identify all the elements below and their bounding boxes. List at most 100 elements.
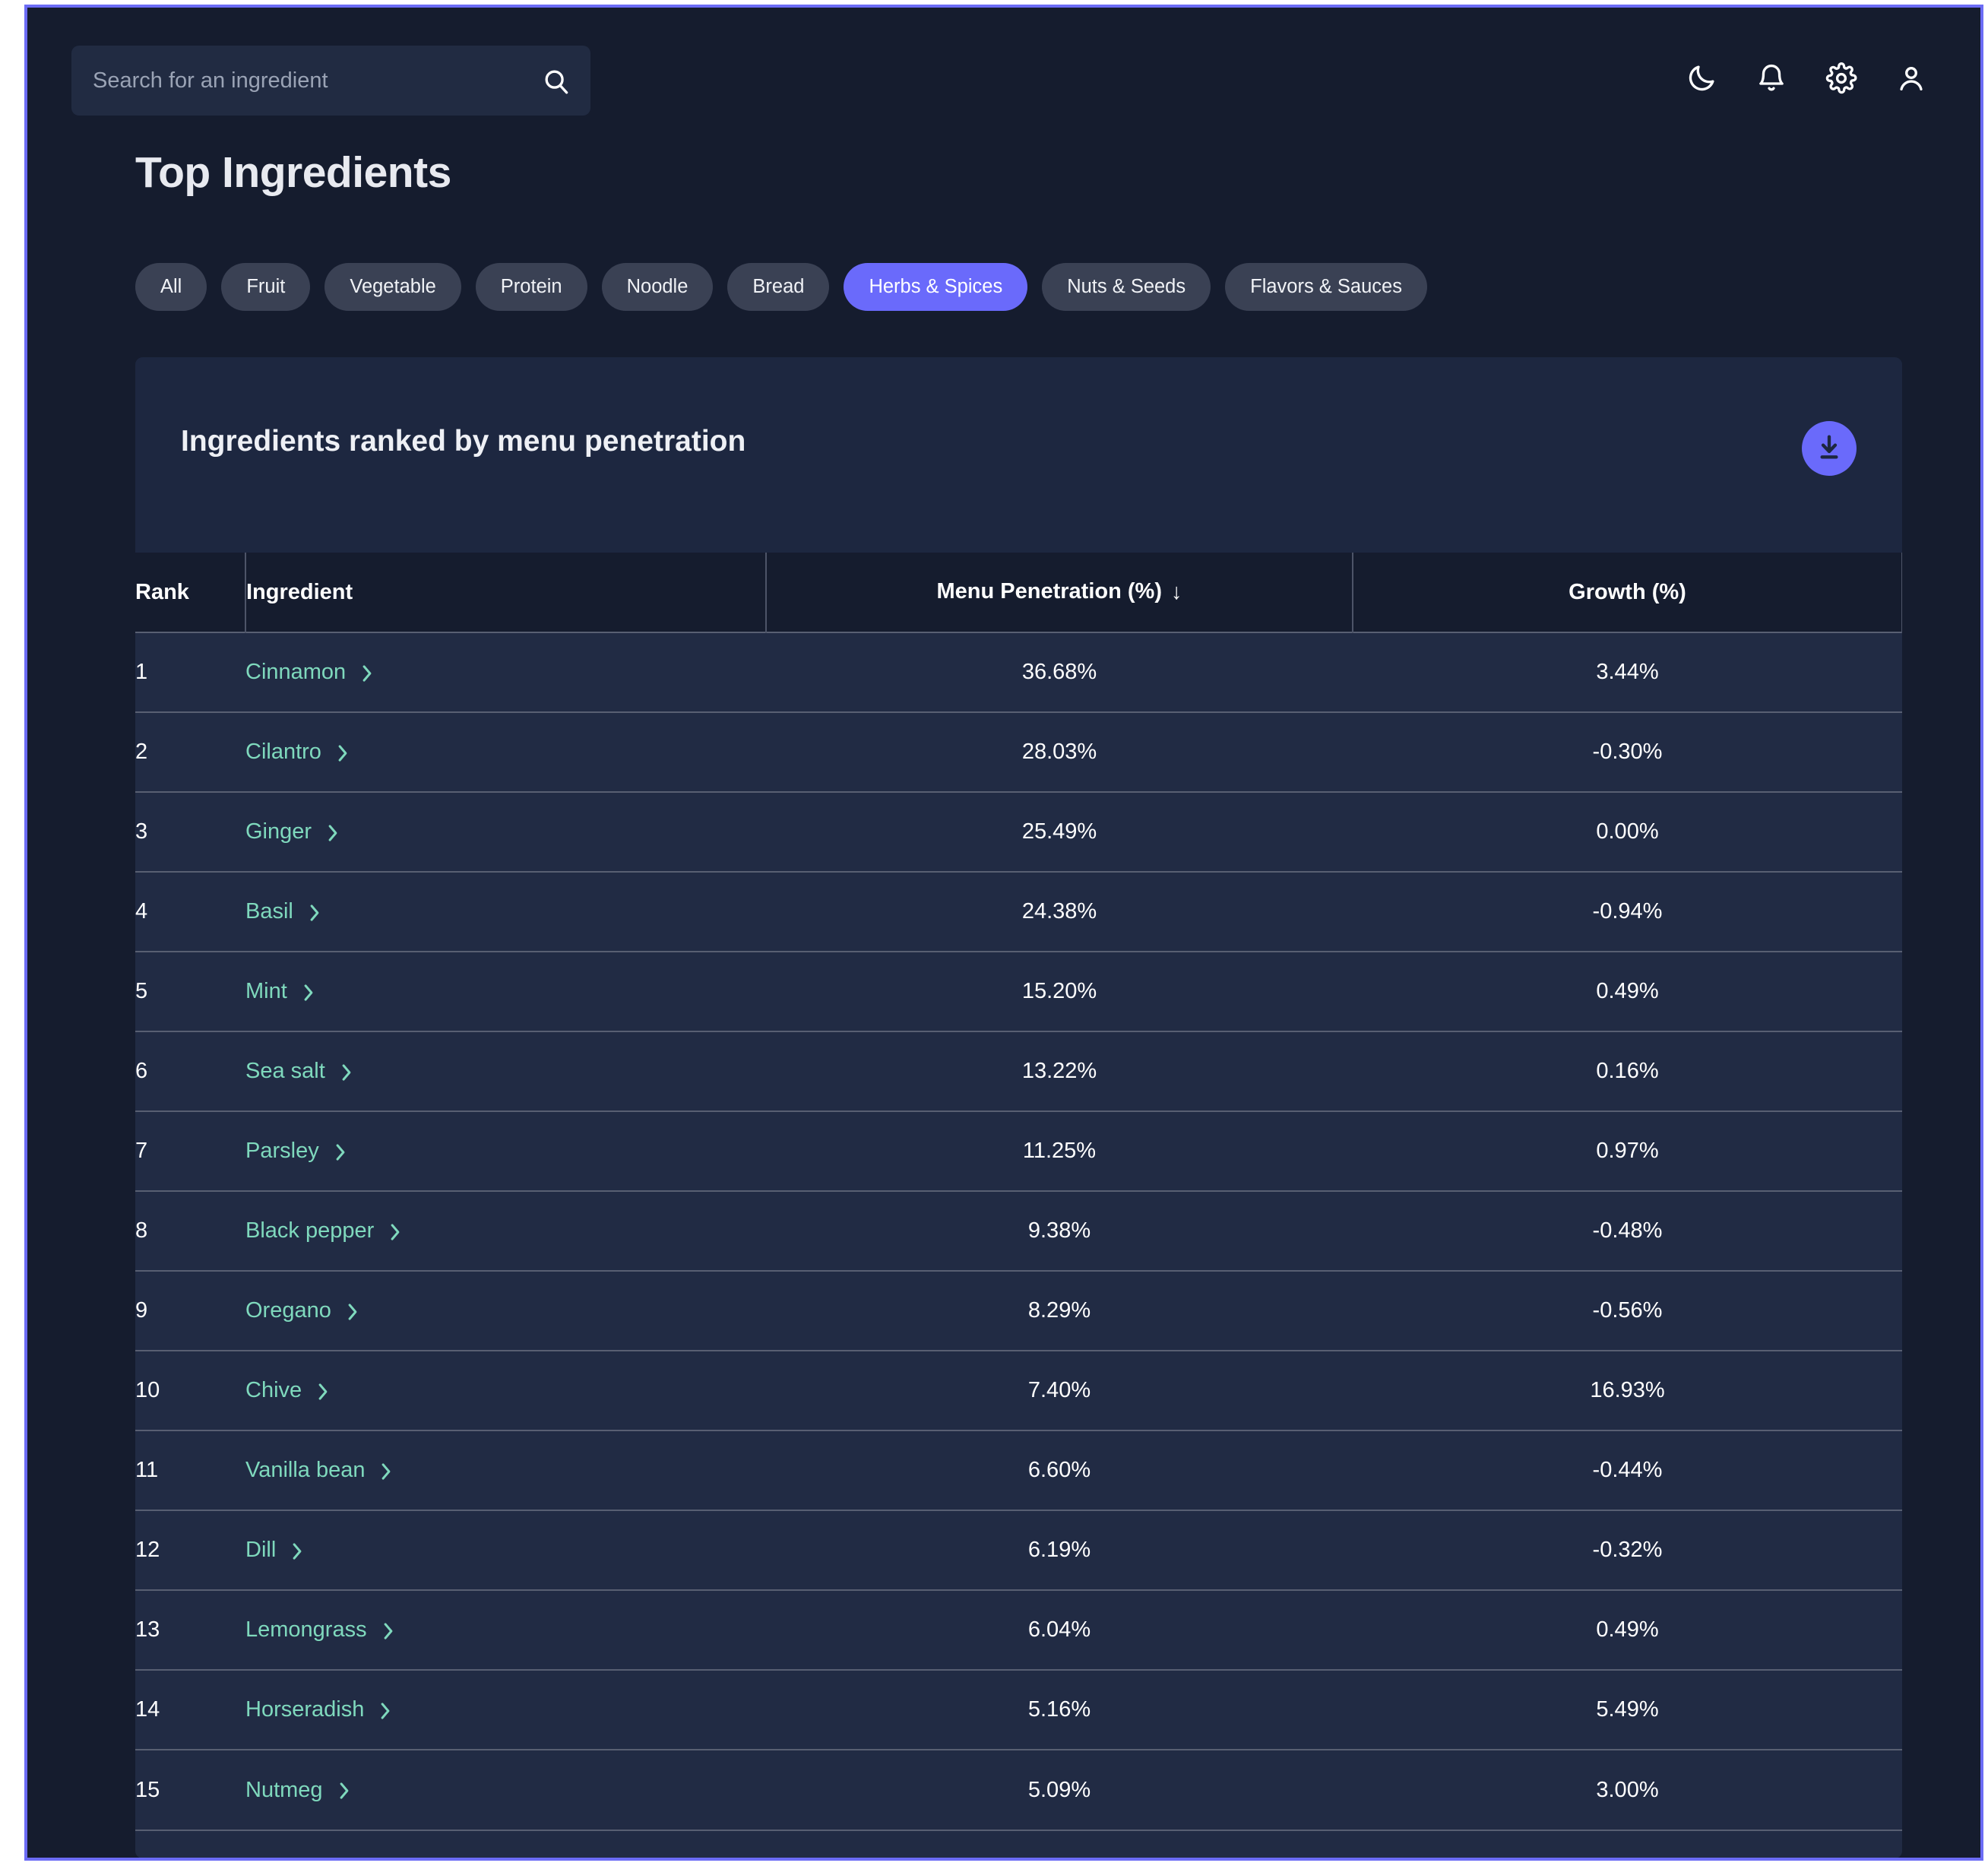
column-label-growth: Growth (%) — [1569, 579, 1686, 604]
table-row[interactable]: 14 Horseradish 5.16% 5.49% — [135, 1670, 1902, 1750]
column-header-growth[interactable]: Growth (%) — [1352, 553, 1902, 632]
ingredient-label: Basil — [245, 899, 293, 923]
ingredient-link[interactable]: Black pepper — [245, 1218, 403, 1243]
cell-growth: 0.97% — [1596, 1139, 1659, 1163]
ingredient-link[interactable]: Chive — [245, 1378, 331, 1403]
download-button[interactable] — [1802, 421, 1857, 476]
column-header-ingredient[interactable]: Ingredient — [245, 553, 766, 632]
search-box[interactable] — [71, 46, 590, 116]
table-row[interactable]: 3 Ginger 25.49% 0.00% — [135, 792, 1902, 872]
cell-rank: 3 — [135, 819, 148, 844]
app-window: Top Ingredients All Fruit Vegetable Protein… — [24, 5, 1983, 1861]
chevron-right-icon — [345, 1302, 360, 1320]
filter-pill-vegetable[interactable]: Vegetable — [324, 263, 461, 311]
cell-rank: 6 — [135, 1059, 148, 1083]
filter-pill-noodle[interactable]: Noodle — [601, 263, 714, 311]
cell-rank: 8 — [135, 1218, 148, 1243]
column-header-rank[interactable]: Rank — [135, 553, 245, 632]
table-row[interactable]: 1 Cinnamon 36.68% 3.44% — [135, 632, 1902, 712]
ingredient-link[interactable]: Oregano — [245, 1298, 360, 1323]
filter-pill-bread[interactable]: Bread — [727, 263, 830, 311]
cell-rank: 14 — [135, 1697, 160, 1722]
cell-ingredient: Sea salt — [245, 1031, 766, 1111]
column-label-menu-penetration: Menu Penetration (%) — [936, 579, 1162, 604]
ingredient-label: Horseradish — [245, 1697, 365, 1722]
cell-ingredient: Cilantro — [245, 712, 766, 792]
table-row[interactable]: 13 Lemongrass 6.04% 0.49% — [135, 1590, 1902, 1670]
table-row[interactable]: 6 Sea salt 13.22% 0.16% — [135, 1031, 1902, 1111]
cell-ingredient: Ginger — [245, 792, 766, 872]
filter-pill-nuts-seeds[interactable]: Nuts & Seeds — [1042, 263, 1211, 311]
table-row[interactable]: 7 Parsley 11.25% 0.97% — [135, 1111, 1902, 1191]
chevron-right-icon — [378, 1701, 393, 1719]
cell-menu-penetration: 5.16% — [1027, 1697, 1091, 1722]
cell-growth: 3.44% — [1596, 660, 1659, 684]
account-icon[interactable] — [1895, 62, 1927, 94]
cell-rank: 15 — [135, 1777, 160, 1802]
ingredient-link[interactable]: Basil — [245, 899, 322, 924]
chevron-right-icon — [337, 1781, 352, 1799]
ingredient-link[interactable]: Parsley — [245, 1139, 348, 1164]
cell-menu-penetration: 5.09% — [1027, 1777, 1091, 1802]
ingredient-link[interactable]: Sea salt — [245, 1059, 354, 1084]
table-row[interactable]: 4 Basil 24.38% -0.94% — [135, 872, 1902, 952]
filter-pill-all[interactable]: All — [135, 263, 207, 311]
table-row[interactable]: 2 Cilantro 28.03% -0.30% — [135, 712, 1902, 792]
table-row[interactable]: 10 Chive 7.40% 16.93% — [135, 1351, 1902, 1430]
ingredient-label: Nutmeg — [245, 1777, 323, 1802]
ingredients-table: Rank Ingredient Menu Penetration (%) ↓ Gr… — [135, 553, 1902, 1830]
chevron-right-icon — [315, 1382, 331, 1400]
cell-menu-penetration: 28.03% — [1021, 740, 1097, 764]
table-row[interactable]: 5 Mint 15.20% 0.49% — [135, 952, 1902, 1031]
table-row[interactable]: 9 Oregano 8.29% -0.56% — [135, 1271, 1902, 1351]
cell-rank: 10 — [135, 1378, 160, 1402]
filter-pill-herbs-spices[interactable]: Herbs & Spices — [844, 263, 1028, 311]
chevron-right-icon — [381, 1621, 396, 1639]
sort-descending-icon[interactable]: ↓ — [1171, 580, 1182, 605]
ingredient-label: Mint — [245, 979, 287, 1003]
table-row[interactable]: 15 Nutmeg 5.09% 3.00% — [135, 1750, 1902, 1830]
ingredient-link[interactable]: Vanilla bean — [245, 1458, 394, 1483]
ingredient-link[interactable]: Horseradish — [245, 1697, 393, 1722]
dark-mode-icon[interactable] — [1686, 62, 1717, 94]
cell-ingredient: Lemongrass — [245, 1590, 766, 1670]
search-icon[interactable] — [542, 67, 571, 96]
download-icon — [1814, 432, 1844, 465]
cell-ingredient: Mint — [245, 952, 766, 1031]
cell-growth: -0.30% — [1592, 740, 1663, 764]
table-header-row: Rank Ingredient Menu Penetration (%) ↓ Gr… — [135, 553, 1902, 632]
ingredient-link[interactable]: Cinnamon — [245, 660, 375, 685]
chevron-right-icon — [378, 1462, 394, 1480]
ingredient-link[interactable]: Lemongrass — [245, 1617, 396, 1643]
ingredient-link[interactable]: Dill — [245, 1538, 305, 1563]
ingredient-link[interactable]: Ginger — [245, 819, 340, 844]
notifications-icon[interactable] — [1755, 62, 1787, 94]
table-row[interactable]: 11 Vanilla bean 6.60% -0.44% — [135, 1430, 1902, 1510]
ingredient-label: Parsley — [245, 1139, 319, 1163]
table-row[interactable]: 12 Dill 6.19% -0.32% — [135, 1510, 1902, 1590]
ingredient-link[interactable]: Mint — [245, 979, 316, 1004]
filter-pill-protein[interactable]: Protein — [475, 263, 587, 311]
cell-rank: 9 — [135, 1298, 148, 1323]
cell-growth: 0.49% — [1596, 979, 1659, 1003]
column-header-menu-penetration[interactable]: Menu Penetration (%) ↓ — [765, 553, 1353, 632]
chevron-right-icon — [335, 743, 350, 762]
chevron-right-icon — [359, 664, 375, 682]
cell-rank: 1 — [135, 660, 148, 684]
cell-menu-penetration: 11.25% — [1022, 1139, 1097, 1163]
cell-ingredient: Dill — [245, 1510, 766, 1590]
cell-ingredient: Nutmeg — [245, 1750, 766, 1830]
ingredient-link[interactable]: Nutmeg — [245, 1778, 352, 1803]
table-head: Rank Ingredient Menu Penetration (%) ↓ Gr… — [135, 553, 1902, 632]
ingredient-link[interactable]: Cilantro — [245, 740, 350, 765]
filter-pill-flavors-sauces[interactable]: Flavors & Sauces — [1225, 263, 1427, 311]
cell-rank: 12 — [135, 1538, 160, 1562]
search-input[interactable] — [93, 46, 533, 116]
table-row[interactable]: 8 Black pepper 9.38% -0.48% — [135, 1191, 1902, 1271]
chevron-right-icon — [388, 1222, 403, 1240]
filter-pill-fruit[interactable]: Fruit — [221, 263, 311, 311]
column-label-rank: Rank — [135, 579, 189, 604]
cell-ingredient: Cinnamon — [245, 632, 766, 712]
cell-growth: 16.93% — [1590, 1378, 1665, 1402]
settings-icon[interactable] — [1825, 62, 1857, 94]
